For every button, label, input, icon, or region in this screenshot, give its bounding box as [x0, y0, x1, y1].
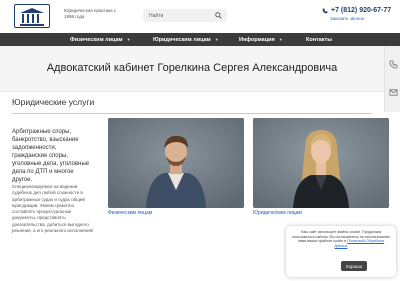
phone-link[interactable]: +7 (812) 920-67-77 [322, 7, 391, 14]
service-card-individuals[interactable] [108, 118, 244, 208]
phone-number: +7 (812) 920-67-77 [331, 7, 392, 14]
page-title: Адвокатский кабинет Горелкина Сергея Але… [46, 62, 338, 74]
cookie-accept-button[interactable]: Хорошо [341, 261, 367, 271]
site-header: Юридическая практика с 1998 года Найти +… [0, 0, 400, 32]
man-portrait-image [108, 118, 244, 208]
nav-item-information[interactable]: Информация ▼ [239, 33, 283, 46]
search-icon[interactable] [215, 12, 222, 19]
nav-item-label: Юридическим лицам [153, 36, 211, 43]
service-card-caption[interactable]: Юридическим лицам [253, 210, 302, 216]
services-lead: Арбитражные споры, банкротство, взыскани… [12, 129, 90, 183]
section-divider [12, 113, 372, 114]
title-band: Адвокатский кабинет Горелкина Сергея Але… [0, 46, 384, 92]
main-nav: Физическим лицам ▼ Юридическим лицам ▼ И… [0, 33, 400, 46]
nav-item-label: Контакты [306, 36, 332, 43]
logo-columns-icon [20, 8, 44, 26]
service-card-companies[interactable] [253, 118, 389, 208]
woman-portrait-image [253, 118, 389, 208]
chevron-down-icon: ▼ [278, 37, 283, 42]
nav-item-label: Информация [239, 36, 275, 43]
nav-item-individuals[interactable]: Физическим лицам ▼ [70, 33, 131, 46]
services-description: Специализируемся на ведении судебных дел… [12, 184, 94, 234]
callback-link[interactable]: Заказать звонок [330, 16, 364, 21]
mail-icon[interactable] [389, 88, 398, 97]
nav-item-companies[interactable]: Юридическим лицам ▼ [153, 33, 219, 46]
search-placeholder: Найти [149, 12, 164, 19]
cookie-banner: Наш сайт использует файлы cookie. Продол… [286, 226, 396, 277]
cookie-text: Наш сайт использует файлы cookie. Продол… [292, 230, 390, 248]
section-title: Юридические услуги [12, 97, 95, 107]
service-card-caption[interactable]: Физическим лицам [108, 210, 152, 216]
phone-icon [322, 8, 328, 13]
chevron-down-icon: ▼ [126, 37, 131, 42]
chevron-down-icon: ▼ [214, 37, 219, 42]
search-input[interactable]: Найти [143, 9, 227, 22]
nav-item-contacts[interactable]: Контакты [306, 33, 332, 46]
site-logo[interactable] [14, 4, 50, 28]
header-tagline: Юридическая практика с 1998 года [64, 8, 117, 19]
phone-icon[interactable] [389, 60, 398, 69]
nav-item-label: Физическим лицам [70, 36, 123, 43]
side-contact-panel [384, 46, 400, 112]
